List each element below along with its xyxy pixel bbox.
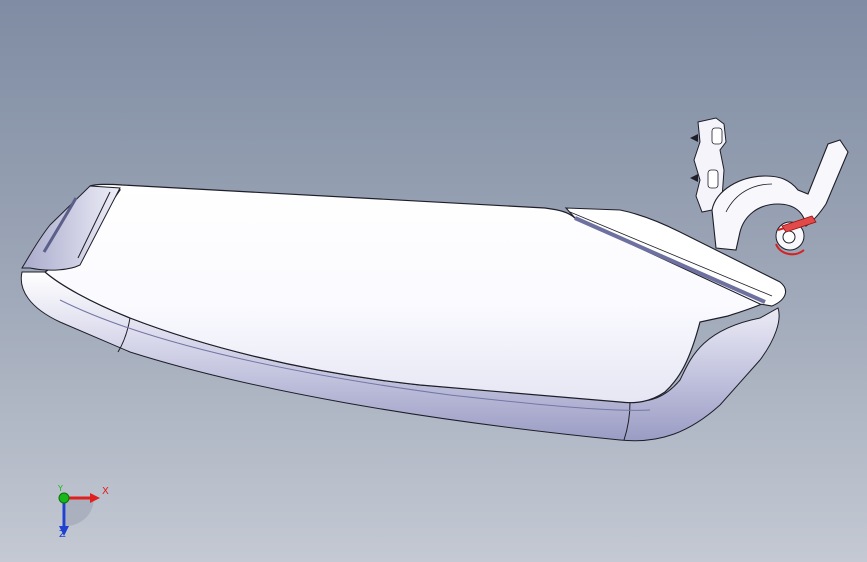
triad-x-label: X [102,486,109,497]
visor-top-face [44,183,772,404]
hinge-slot-lower [707,169,719,189]
triad-z-label: Z [59,529,66,540]
triad-graphic [58,492,100,536]
hinge-slot-upper [711,127,723,145]
reference-triad: X Y Z [44,476,124,548]
sun-visor-model[interactable] [0,0,867,562]
graphics-viewport[interactable]: X Y Z [0,0,867,562]
visor-hinge[interactable] [690,117,849,256]
hinge-arrow-lower [690,174,698,182]
hinge-pivot-hole [782,230,796,244]
hinge-arrow-upper [690,134,698,142]
triad-y-label: Y [58,484,63,493]
